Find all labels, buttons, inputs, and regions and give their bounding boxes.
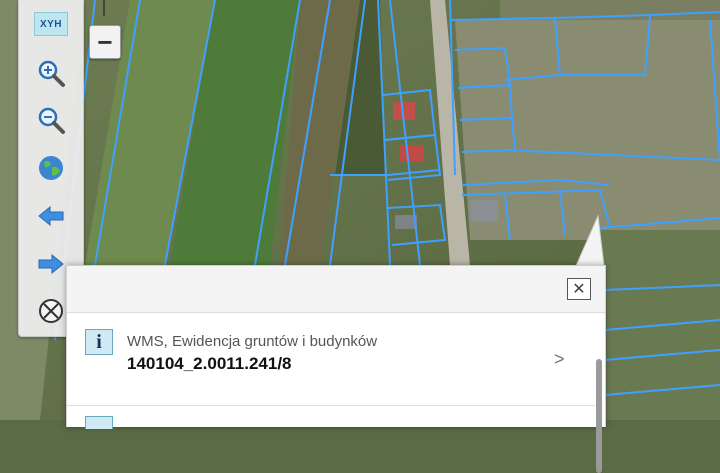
xyh-icon: XYH — [34, 12, 68, 36]
identify-tool[interactable] — [33, 293, 69, 329]
parcel-id: 140104_2.0011.241/8 — [127, 354, 292, 373]
building — [400, 145, 424, 161]
info-icon — [85, 416, 113, 429]
chevron-right-icon: > — [554, 349, 565, 369]
next-extent-tool[interactable] — [33, 246, 69, 282]
info-icon: i — [85, 329, 113, 355]
arrow-left-icon — [38, 205, 64, 227]
zoom-out-icon — [38, 107, 65, 134]
close-icon: ✕ — [572, 281, 586, 298]
scrollbar[interactable] — [596, 359, 602, 473]
identify-popup: ✕ i WMS, Ewidencja gruntów i budynków 14… — [66, 265, 606, 473]
zoom-in-tool[interactable] — [33, 55, 69, 91]
zoom-out-button[interactable]: − — [89, 25, 121, 59]
close-button[interactable]: ✕ — [567, 278, 591, 300]
target-icon — [39, 299, 63, 323]
zoom-in-icon — [38, 60, 65, 87]
coordinates-button[interactable]: XYH — [33, 6, 69, 42]
popup-results: i WMS, Ewidencja gruntów i budynków 1401… — [67, 312, 605, 473]
result-item[interactable] — [67, 406, 595, 429]
globe-icon — [39, 156, 63, 180]
popup-pointer — [575, 214, 605, 267]
zoom-slider[interactable] — [103, 0, 105, 16]
previous-extent-tool[interactable] — [33, 198, 69, 234]
building — [470, 200, 498, 222]
layer-name: WMS, Ewidencja gruntów i budynków — [127, 333, 378, 350]
zoom-out-tool[interactable] — [33, 102, 69, 138]
full-extent-tool[interactable] — [33, 150, 69, 186]
arrow-right-icon — [38, 253, 64, 275]
result-item[interactable]: i WMS, Ewidencja gruntów i budynków 1401… — [67, 313, 595, 406]
